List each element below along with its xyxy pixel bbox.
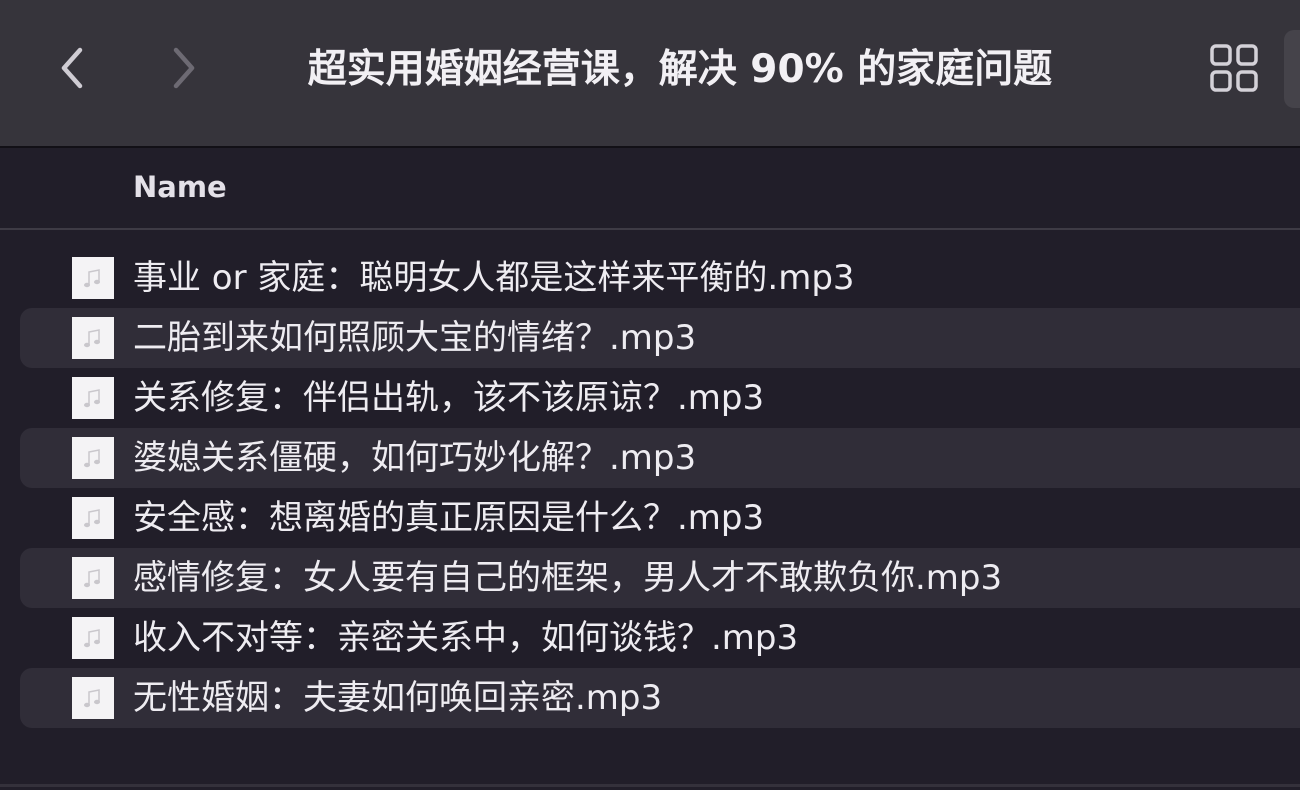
- file-row[interactable]: 婆媳关系僵硬，如何巧妙化解？.mp3: [20, 428, 1300, 488]
- file-name: 关系修复：伴侣出轨，该不该原谅？.mp3: [133, 378, 765, 418]
- audio-file-icon: [72, 317, 114, 359]
- toolbar-overflow-control[interactable]: [1284, 30, 1300, 108]
- toolbar: 超实用婚姻经营课，解决 90% 的家庭问题: [0, 0, 1300, 148]
- file-name: 感情修复：女人要有自己的框架，男人才不敢欺负你.mp3: [133, 558, 1003, 598]
- audio-file-icon: [72, 677, 114, 719]
- file-name: 安全感：想离婚的真正原因是什么？.mp3: [133, 498, 765, 538]
- file-row[interactable]: 感情修复：女人要有自己的框架，男人才不敢欺负你.mp3: [20, 548, 1300, 608]
- audio-file-icon: [72, 497, 114, 539]
- back-button[interactable]: [44, 38, 104, 98]
- file-row[interactable]: 无性婚姻：夫妻如何唤回亲密.mp3: [20, 668, 1300, 728]
- forward-button[interactable]: [152, 38, 212, 98]
- audio-file-icon: [72, 257, 114, 299]
- name-column-header[interactable]: Name: [133, 170, 227, 204]
- grid-view-icon: [1210, 44, 1258, 92]
- divider: [0, 784, 1300, 787]
- file-name: 无性婚姻：夫妻如何唤回亲密.mp3: [133, 678, 663, 718]
- audio-file-icon: [72, 437, 114, 479]
- audio-file-icon: [72, 617, 114, 659]
- file-row[interactable]: 关系修复：伴侣出轨，该不该原谅？.mp3: [20, 368, 1300, 428]
- file-name: 收入不对等：亲密关系中，如何谈钱？.mp3: [133, 618, 799, 658]
- file-name: 二胎到来如何照顾大宝的情绪？.mp3: [133, 318, 697, 358]
- file-row[interactable]: 安全感：想离婚的真正原因是什么？.mp3: [20, 488, 1300, 548]
- file-row[interactable]: 事业 or 家庭：聪明女人都是这样来平衡的.mp3: [20, 248, 1300, 308]
- audio-file-icon: [72, 377, 114, 419]
- audio-file-icon: [72, 557, 114, 599]
- chevron-right-icon: [173, 47, 195, 89]
- chevron-left-icon: [61, 47, 83, 89]
- window-title: 超实用婚姻经营课，解决 90% 的家庭问题: [307, 47, 1053, 92]
- file-name: 事业 or 家庭：聪明女人都是这样来平衡的.mp3: [133, 258, 855, 298]
- grid-view-button[interactable]: [1206, 40, 1262, 96]
- file-list: 事业 or 家庭：聪明女人都是这样来平衡的.mp3 二胎到来如何照顾大宝的情绪？…: [20, 248, 1300, 728]
- file-row[interactable]: 收入不对等：亲密关系中，如何谈钱？.mp3: [20, 608, 1300, 668]
- file-name: 婆媳关系僵硬，如何巧妙化解？.mp3: [133, 438, 697, 478]
- column-header: Name: [0, 150, 1300, 230]
- file-row[interactable]: 二胎到来如何照顾大宝的情绪？.mp3: [20, 308, 1300, 368]
